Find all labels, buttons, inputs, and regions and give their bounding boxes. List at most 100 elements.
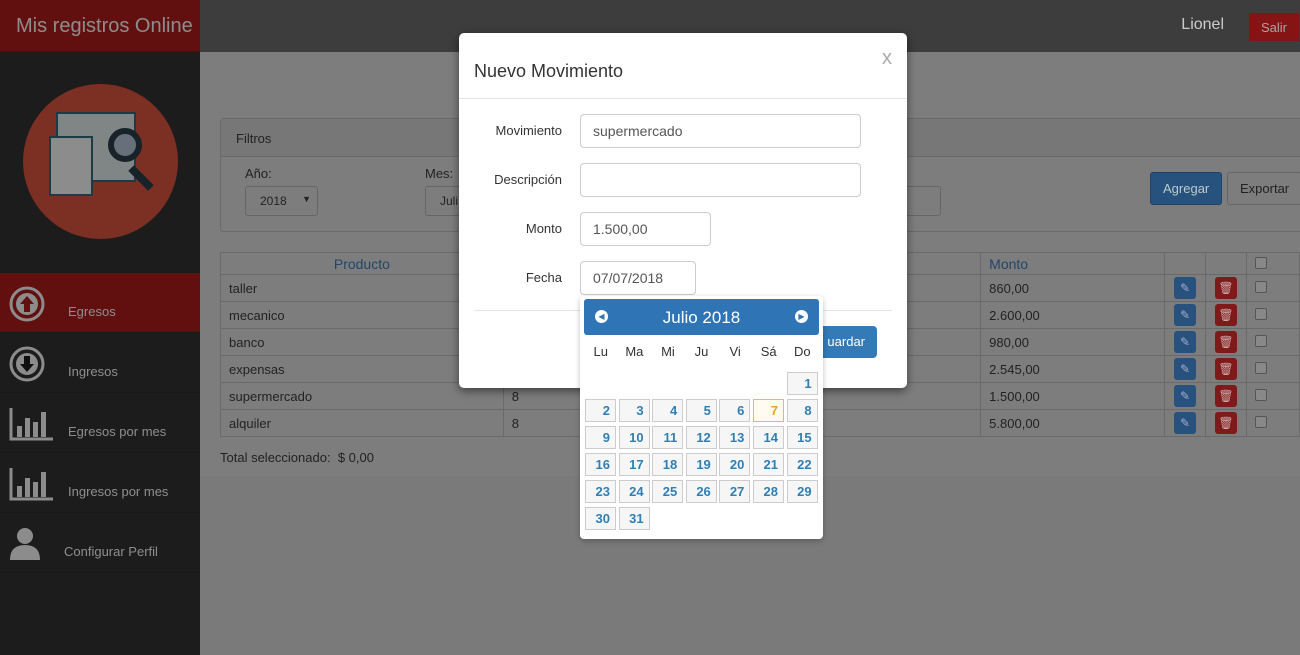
row-checkbox[interactable] (1254, 334, 1267, 347)
sidebar-item-egresos-por-mes[interactable]: Egresos por mes (0, 393, 200, 453)
day-cell[interactable]: 8 (786, 399, 818, 422)
row-checkbox[interactable] (1254, 280, 1267, 293)
movimiento-field[interactable] (580, 114, 861, 148)
year-select[interactable]: 2018 ▼ (245, 186, 318, 216)
row-checkbox[interactable] (1254, 361, 1267, 374)
day-cell[interactable]: 25 (652, 480, 684, 503)
descripcion-label: Descripción (494, 172, 562, 187)
pencil-icon: ✎ (1179, 416, 1191, 430)
weekday-label: Ma (625, 344, 644, 359)
weekday-label: Mi (661, 344, 675, 359)
day-cell[interactable]: 30 (585, 507, 616, 530)
day-cell[interactable]: 2 (585, 399, 616, 422)
export-button[interactable]: Exportar (1227, 172, 1300, 205)
day-cell[interactable]: 23 (585, 480, 616, 503)
day-cell[interactable]: 3 (618, 399, 650, 422)
day-cell[interactable]: 26 (685, 480, 717, 503)
day-cell[interactable]: 13 (719, 426, 751, 449)
day-cell[interactable]: 6 (719, 399, 751, 422)
day-cell[interactable]: 10 (618, 426, 650, 449)
brand-title[interactable]: Mis registros Online (0, 0, 200, 52)
fecha-field[interactable] (580, 261, 696, 295)
day-cell[interactable]: 12 (685, 426, 717, 449)
monto-field[interactable] (580, 212, 711, 246)
month-label: Mes: (425, 166, 454, 181)
sidebar-item-label: Ingresos por mes (68, 484, 169, 499)
row-checkbox[interactable] (1254, 307, 1267, 320)
delete-button[interactable]: 🗑 (1214, 412, 1237, 434)
edit-button[interactable]: ✎ (1174, 277, 1196, 299)
edit-button[interactable]: ✎ (1174, 412, 1196, 434)
edit-button[interactable]: ✎ (1174, 304, 1196, 326)
sidebar-item-ingresos-por-mes[interactable]: Ingresos por mes (0, 453, 200, 513)
day-cell[interactable]: 14 (753, 426, 784, 449)
row-checkbox[interactable] (1254, 388, 1267, 401)
header-monto[interactable]: Monto (980, 252, 1166, 275)
day-cell[interactable]: 21 (753, 453, 784, 476)
bar-chart-icon (9, 408, 53, 441)
delete-button[interactable]: 🗑 (1214, 277, 1237, 299)
bar-chart-icon (9, 468, 53, 501)
row-checkbox[interactable] (1254, 415, 1267, 428)
day-cell[interactable]: 11 (652, 426, 684, 449)
day-cell[interactable]: 20 (719, 453, 751, 476)
sidebar-item-ingresos[interactable]: Ingresos (0, 333, 200, 393)
cell-amount: 2.545,00 (980, 355, 1166, 383)
sidebar: Mis registros Online Egresos Ingresos Eg… (0, 0, 200, 655)
header-edit (1164, 252, 1206, 275)
sidebar-item-configurar-perfil[interactable]: Configurar Perfil (0, 513, 200, 573)
select-all-checkbox[interactable] (1254, 256, 1267, 269)
delete-button[interactable]: 🗑 (1214, 385, 1237, 407)
day-cell[interactable]: 19 (685, 453, 717, 476)
pencil-icon: ✎ (1179, 335, 1191, 349)
total-label: Total seleccionado: (220, 450, 331, 465)
trash-icon: 🗑 (1218, 281, 1234, 295)
weekday-label: Lu (593, 344, 609, 359)
day-cell[interactable]: 22 (786, 453, 818, 476)
day-cell-selected[interactable]: 7 (753, 399, 784, 422)
cell-amount: 860,00 (980, 274, 1166, 302)
user-icon (10, 528, 40, 560)
day-cell[interactable]: 9 (585, 426, 616, 449)
day-cell[interactable]: 5 (685, 399, 717, 422)
close-icon[interactable]: x (882, 47, 892, 70)
user-name[interactable]: Lionel (1181, 16, 1224, 34)
edit-button[interactable]: ✎ (1174, 358, 1196, 380)
day-cell[interactable]: 15 (786, 426, 818, 449)
month-value: Juli (440, 194, 459, 208)
chevron-down-icon: ▼ (302, 194, 311, 204)
datepicker: ◀ Julio 2018 ▶ Lu Ma Mi Ju Vi Sá Do 1234567891… (580, 296, 823, 539)
cell-amount: 980,00 (980, 328, 1166, 356)
sidebar-item-egresos[interactable]: Egresos (0, 273, 200, 333)
weekday-label: Ju (694, 344, 709, 359)
edit-button[interactable]: ✎ (1174, 331, 1196, 353)
day-cell[interactable]: 18 (652, 453, 684, 476)
day-cell[interactable]: 24 (618, 480, 650, 503)
delete-button[interactable]: 🗑 (1214, 358, 1237, 380)
delete-button[interactable]: 🗑 (1214, 304, 1237, 326)
sidebar-item-label: Egresos por mes (68, 424, 167, 439)
day-cell[interactable]: 31 (618, 507, 650, 530)
next-month-icon[interactable]: ▶ (795, 310, 808, 323)
trash-icon: 🗑 (1218, 416, 1234, 430)
day-cell[interactable]: 4 (652, 399, 684, 422)
arrow-down-circle-icon (9, 346, 45, 382)
edit-button[interactable]: ✎ (1174, 385, 1196, 407)
delete-button[interactable]: 🗑 (1214, 331, 1237, 353)
movimiento-label: Movimiento (495, 123, 562, 138)
descripcion-field[interactable] (580, 163, 861, 197)
logo-clipboard (49, 136, 93, 196)
day-cell[interactable]: 29 (786, 480, 818, 503)
day-cell[interactable]: 17 (618, 453, 650, 476)
day-cell[interactable]: 28 (753, 480, 784, 503)
app-logo (23, 84, 178, 239)
weekday-label: Sá (760, 344, 777, 359)
day-cell[interactable]: 1 (786, 372, 818, 395)
add-button[interactable]: Agregar (1150, 172, 1223, 205)
day-cell[interactable]: 16 (585, 453, 616, 476)
year-value: 2018 (260, 194, 287, 208)
weekday-label: Vi (729, 344, 741, 359)
cell-amount: 5.800,00 (980, 409, 1166, 437)
day-cell[interactable]: 27 (719, 480, 751, 503)
logout-button[interactable]: Salir (1249, 13, 1299, 41)
